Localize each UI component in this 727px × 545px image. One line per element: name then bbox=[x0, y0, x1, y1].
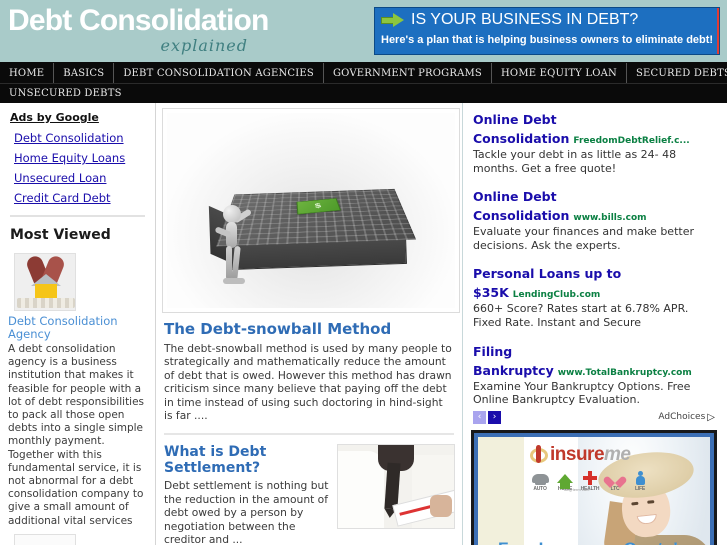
brand-second: me bbox=[604, 444, 631, 466]
ad-link-home-equity-loans[interactable]: Home Equity Loans bbox=[14, 151, 125, 165]
arrow-right-icon bbox=[381, 13, 405, 27]
person-icon bbox=[635, 471, 645, 486]
list-item: Home Equity Loans bbox=[14, 147, 147, 166]
sidebar-divider bbox=[10, 215, 145, 217]
ads-pager: ‹ › bbox=[473, 410, 501, 424]
ads-next-button[interactable]: › bbox=[488, 410, 501, 424]
nav-item-home[interactable]: HOME bbox=[0, 63, 55, 83]
nav-row-secondary: UNSECURED DEBTS bbox=[0, 83, 727, 103]
google-ad-4-url: www.TotalBankruptcy.com bbox=[557, 367, 692, 378]
ad-link-debt-consolidation[interactable]: Debt Consolidation bbox=[14, 131, 124, 145]
article-title-debt-snowball[interactable]: The Debt-snowball Method bbox=[164, 321, 456, 338]
banner-ad-subline: Here's a plan that is helping business o… bbox=[381, 34, 714, 46]
insurance-ad-headline: Free Insurance Quote! bbox=[498, 539, 678, 545]
google-ad-1[interactable]: Online Debt Consolidation FreedomDebtReli… bbox=[473, 109, 719, 175]
brand-first: insure bbox=[550, 444, 605, 466]
insurance-type-life-label: LIFE bbox=[634, 485, 646, 492]
google-ad-3-url: LendingClub.com bbox=[512, 290, 601, 301]
article-title-debt-settlement[interactable]: What is Debt Settlement? bbox=[164, 444, 329, 476]
insureme-logo: insureme bbox=[530, 444, 631, 465]
page-root: Debt Consolidation explained IS YOUR BUS… bbox=[0, 0, 727, 545]
adchoices-icon: ▷ bbox=[707, 411, 715, 423]
ad-link-unsecured-loan[interactable]: Unsecured Loan bbox=[14, 171, 106, 185]
google-ad-4-description: Examine Your Bankruptcy Options. Free On… bbox=[473, 379, 691, 407]
most-viewed-heading: Most Viewed bbox=[10, 227, 111, 243]
heart-icon bbox=[608, 472, 622, 485]
article-debt-settlement: What is Debt Settlement? Debt settlement… bbox=[164, 444, 455, 545]
ads-prev-button[interactable]: ‹ bbox=[473, 410, 486, 424]
google-ad-1-headline[interactable]: Online Debt Consolidation bbox=[473, 112, 569, 146]
debt-consolidation-agency-thumbnail[interactable] bbox=[14, 253, 76, 311]
banner-ad-cta-button[interactable]: LEARN MORE bbox=[717, 8, 719, 54]
nav-item-unsecured-debts[interactable]: UNSECURED DEBTS bbox=[0, 84, 131, 103]
google-ad-4-headline[interactable]: Filing Bankruptcy bbox=[473, 344, 554, 378]
nav-item-home-equity-loan[interactable]: HOME EQUITY LOAN bbox=[492, 63, 627, 83]
nav-item-debt-consolidation-agencies[interactable]: DEBT CONSOLIDATION AGENCIES bbox=[114, 63, 324, 83]
insurance-type-auto: AUTO bbox=[530, 471, 550, 492]
house-icon bbox=[557, 473, 573, 489]
google-ad-2-url: www.bills.com bbox=[573, 213, 647, 224]
site-logo[interactable]: Debt Consolidation explained bbox=[0, 0, 370, 55]
medical-cross-icon bbox=[583, 471, 597, 486]
logo-tagline: explained bbox=[160, 36, 248, 55]
insureme-mark-icon bbox=[530, 444, 548, 465]
most-viewed-text-1: A debt consolidation agency is a busines… bbox=[8, 343, 145, 527]
google-ad-2-headline[interactable]: Online Debt Consolidation bbox=[473, 189, 569, 223]
list-item: Credit Card Debt bbox=[14, 187, 147, 206]
article-divider-1 bbox=[164, 433, 454, 436]
google-ads-block: Online Debt Consolidation FreedomDebtReli… bbox=[469, 107, 721, 424]
insurance-type-life: LIFE bbox=[630, 471, 650, 492]
adchoices-link[interactable]: AdChoices ▷ bbox=[658, 412, 715, 423]
insurance-type-auto-label: AUTO bbox=[533, 485, 547, 492]
google-ad-3-description: 660+ Score? Rates start at 6.78% APR. Fi… bbox=[473, 302, 689, 329]
ads-by-google-list: Debt Consolidation Home Equity Loans Uns… bbox=[14, 127, 147, 206]
nav-item-basics[interactable]: BASICS bbox=[54, 63, 115, 83]
list-item: Unsecured Loan bbox=[14, 167, 147, 186]
hero-image-maze[interactable]: $ bbox=[162, 108, 460, 313]
most-viewed-link-1[interactable]: Debt Consolidation Agency bbox=[8, 315, 147, 341]
figure-person-icon bbox=[213, 205, 253, 287]
right-sidebar: Online Debt Consolidation FreedomDebtReli… bbox=[462, 103, 727, 545]
main-content-column: $ The Debt-snowball Method The debt-snow… bbox=[156, 103, 462, 545]
car-icon bbox=[531, 473, 549, 485]
article-body-debt-settlement: Debt settlement is nothing but the reduc… bbox=[164, 479, 329, 545]
list-item: Debt Consolidation bbox=[14, 127, 147, 146]
google-ad-1-url: FreedomDebtRelief.c... bbox=[573, 136, 690, 146]
nav-item-secured-debts[interactable]: SECURED DEBTS bbox=[627, 63, 727, 83]
banner-ad[interactable]: IS YOUR BUSINESS IN DEBT? Here's a plan … bbox=[374, 7, 720, 55]
site-header: Debt Consolidation explained IS YOUR BUS… bbox=[0, 0, 727, 62]
insurance-banner-ad[interactable]: insureme AUTO HOME HEALTH LTC LIFE long … bbox=[471, 429, 717, 545]
adchoices-label: AdChoices bbox=[658, 412, 706, 423]
insurance-ad-subnote: long term care bbox=[564, 486, 590, 492]
insurance-type-ltc: LTC bbox=[605, 471, 625, 492]
banner-ad-headline: IS YOUR BUSINESS IN DEBT? bbox=[411, 11, 639, 28]
unsecured-debt-consolidation-thumbnail[interactable] bbox=[14, 533, 76, 545]
google-ad-4[interactable]: Filing Bankruptcy www.TotalBankruptcy.com… bbox=[473, 341, 719, 407]
ads-by-google-title: Ads by Google bbox=[10, 111, 99, 124]
article-body-debt-snowball: The debt-snowball method is used by many… bbox=[164, 342, 452, 423]
google-ad-1-description: Tackle your debt in as little as 24- 48 … bbox=[473, 148, 677, 175]
main-navigation: HOME BASICS DEBT CONSOLIDATION AGENCIES … bbox=[0, 62, 727, 103]
content-area: Ads by Google Debt Consolidation Home Eq… bbox=[0, 103, 727, 545]
nav-item-government-programs[interactable]: GOVERNMENT PROGRAMS bbox=[324, 63, 492, 83]
ad-link-credit-card-debt[interactable]: Credit Card Debt bbox=[14, 191, 111, 205]
article-image-debt-settlement[interactable] bbox=[337, 444, 455, 530]
google-ads-footer: ‹ › AdChoices ▷ bbox=[473, 410, 719, 424]
google-ad-2-description: Evaluate your finances and make better d… bbox=[473, 225, 694, 252]
nav-row-primary: HOME BASICS DEBT CONSOLIDATION AGENCIES … bbox=[0, 63, 727, 83]
banner-ad-content: IS YOUR BUSINESS IN DEBT? Here's a plan … bbox=[375, 8, 717, 54]
google-ad-3[interactable]: Personal Loans up to $35K LendingClub.com… bbox=[473, 263, 719, 329]
list-item: Unsecured Debt Consolidation Unsecured d… bbox=[8, 533, 147, 545]
insureme-wordmark: insureme bbox=[550, 445, 631, 464]
google-ad-2[interactable]: Online Debt Consolidation www.bills.com E… bbox=[473, 186, 719, 252]
logo-title: Debt Consolidation bbox=[8, 4, 269, 37]
list-item: Debt Consolidation Agency A debt consoli… bbox=[8, 253, 147, 528]
insurance-type-icons: AUTO HOME HEALTH LTC LIFE bbox=[530, 471, 650, 492]
left-sidebar: Ads by Google Debt Consolidation Home Eq… bbox=[0, 103, 156, 545]
